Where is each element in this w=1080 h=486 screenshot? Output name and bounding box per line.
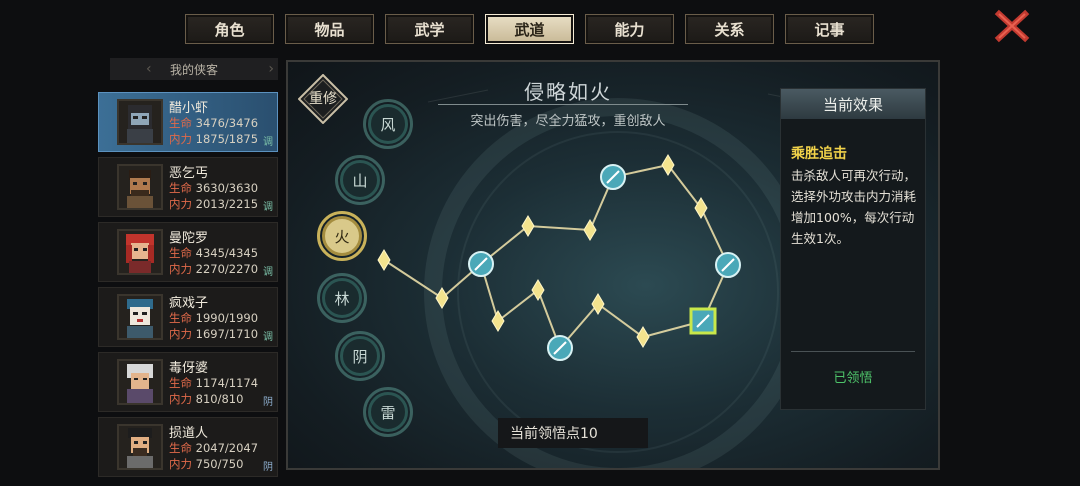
star-node-icon[interactable] [583,219,597,241]
star-node-icon[interactable] [491,310,505,332]
stance-shadow[interactable]: 阴 [335,331,385,381]
martial-way-panel: 重修 侵略如火 突出伤害，尽全力猛攻，重创敌人 风 山 火 林 阴 雷 当前领悟… [286,60,940,470]
hero-hp: 生命 2047/2047 [169,441,259,455]
hero-tag: 阴 [263,462,273,473]
hero-list: 醋小虾 生命 3476/3476 内力 1875/1875 调 恶乞丐 生命 3… [98,92,278,482]
hero-tag: 调 [263,202,273,213]
hero-portrait [117,294,163,340]
hero-hp: 生命 3630/3630 [169,181,259,195]
star-node-icon[interactable] [636,326,650,348]
tab-martial-arts[interactable]: 武学 [385,14,474,44]
roster-title: 我的侠客 [169,62,218,77]
effect-status: 已领悟 [833,371,873,386]
hero-card[interactable]: 恶乞丐 生命 3630/3630 内力 2013/2215 调 [98,157,278,217]
effect-description: 击杀敌人可再次行动，选择外功攻击内力消耗增加100%，每次行动生效1次。 [791,168,917,246]
tab-martial-way[interactable]: 武道 [485,14,574,44]
star-node-icon[interactable] [694,197,708,219]
tab-character[interactable]: 角色 [185,14,274,44]
effect-header: 当前效果 [781,89,925,119]
effect-divider [791,351,915,352]
stance-wind[interactable]: 风 [363,99,413,149]
effect-panel: 当前效果 乘胜追击 击杀敌人可再次行动，选择外功攻击内力消耗增加100%，每次行… [780,88,926,410]
tab-journal[interactable]: 记事 [785,14,874,44]
hero-name: 疯戏子 [169,296,209,311]
star-node-icon[interactable] [377,249,391,271]
hero-hp: 生命 4345/4345 [169,246,259,260]
top-tab-bar: 角色 物品 武学 武道 能力 关系 记事 [185,14,874,46]
hero-mp: 内力 1875/1875 [169,132,259,146]
hero-mp: 内力 1697/1710 [169,327,259,341]
hero-portrait [117,359,163,405]
hero-tag: 调 [263,267,273,278]
hero-hp: 生命 1990/1990 [169,311,259,325]
red-hair-avatar-icon [126,234,154,273]
tab-relations[interactable]: 关系 [685,14,774,44]
hero-card[interactable]: 疯戏子 生命 1990/1990 内力 1697/1710 调 [98,287,278,347]
hero-card[interactable]: 损道人 生命 2047/2047 内力 750/750 阴 [98,417,278,477]
roster-header: ‹ 我的侠客 › [110,58,278,80]
hero-portrait [117,424,163,470]
close-x-icon[interactable] [994,8,1030,44]
hero-tag: 调 [263,332,273,343]
hero-name: 曼陀罗 [169,231,209,246]
star-node-icon[interactable] [591,293,605,315]
tab-abilities[interactable]: 能力 [585,14,674,44]
taoist-avatar-icon [127,428,153,468]
hero-tag: 调 [263,137,273,148]
stance-thunder[interactable]: 雷 [363,387,413,437]
star-node-icon[interactable] [661,154,675,176]
title-divider [438,104,688,105]
hero-card[interactable]: 醋小虾 生命 3476/3476 内力 1875/1875 调 [98,92,278,152]
insight-points: 当前领悟点10 [498,418,648,448]
hero-name: 恶乞丐 [169,166,209,181]
hero-tag: 阴 [263,397,273,408]
hero-mp: 内力 750/750 [169,457,244,471]
hero-name: 毒伢婆 [169,361,209,376]
chevron-left-icon[interactable]: ‹ [146,61,152,77]
hero-card[interactable]: 毒伢婆 生命 1174/1174 内力 810/810 阴 [98,352,278,412]
star-node-icon[interactable] [531,279,545,301]
hero-card[interactable]: 曼陀罗 生命 4345/4345 内力 2270/2270 调 [98,222,278,282]
beggar-avatar-icon [127,170,153,208]
star-node-icon[interactable] [435,287,449,309]
hero-mp: 内力 810/810 [169,392,244,406]
masked-hero-avatar-icon [127,105,153,143]
hero-mp: 内力 2270/2270 [169,262,259,276]
old-woman-avatar-icon [127,364,153,403]
hero-hp: 生命 3476/3476 [169,116,259,130]
hero-portrait [117,99,163,145]
stance-fire[interactable]: 火 [317,211,367,261]
hero-name: 醋小虾 [169,101,209,116]
hero-mp: 内力 2013/2215 [169,197,259,211]
hero-name: 损道人 [169,426,209,441]
chevron-right-icon[interactable]: › [268,61,274,77]
hero-portrait [117,229,163,275]
tab-items[interactable]: 物品 [285,14,374,44]
hero-hp: 生命 1174/1174 [169,376,259,390]
hero-portrait [117,164,163,210]
effect-name: 乘胜追击 [791,146,847,162]
stance-title: 侵略如火 [524,80,612,104]
star-node-icon[interactable] [521,215,535,237]
opera-mask-avatar-icon [127,299,153,338]
stance-mountain[interactable]: 山 [335,155,385,205]
stance-forest[interactable]: 林 [317,273,367,323]
